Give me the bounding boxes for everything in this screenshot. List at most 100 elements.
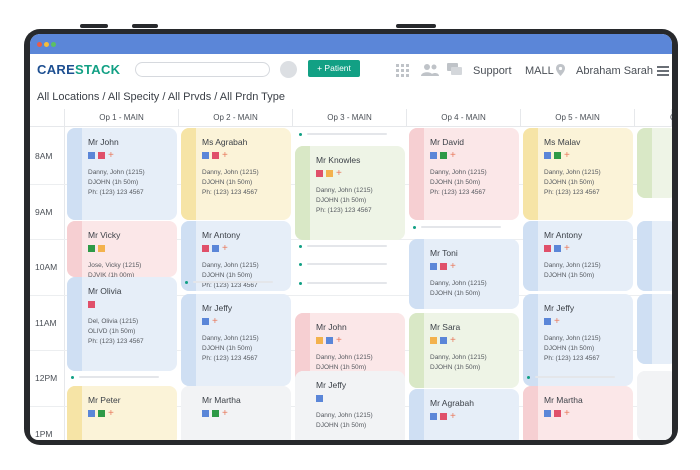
appointment-status-stripe <box>523 128 538 220</box>
add-icon[interactable]: + <box>222 244 228 254</box>
add-icon[interactable]: + <box>450 412 456 422</box>
appointment-card[interactable] <box>637 371 672 440</box>
add-icon[interactable]: + <box>222 409 228 419</box>
avatar-circle[interactable] <box>280 61 297 78</box>
open-slot-bar <box>421 226 501 228</box>
column-header-op2[interactable]: Op 2 - MAIN <box>179 109 293 127</box>
add-icon[interactable]: + <box>554 317 560 327</box>
procedure-tag-icon <box>554 410 561 417</box>
appointment-status-stripe <box>67 386 82 440</box>
appointment-card[interactable] <box>637 128 672 198</box>
add-icon[interactable]: + <box>212 317 218 327</box>
open-slot[interactable] <box>409 221 519 239</box>
column-header-op3[interactable]: Op 3 - MAIN <box>293 109 407 127</box>
appointment-status-stripe <box>409 389 424 440</box>
appointment-card[interactable]: Mr Jeffy Danny, John (1215) DJOHN (1h 50m) <box>295 371 405 440</box>
procedure-tag-icon <box>316 395 323 402</box>
open-slot[interactable] <box>295 240 405 260</box>
column-header-op1[interactable]: Op 1 - MAIN <box>65 109 179 127</box>
procedure-tag-icon <box>544 318 551 325</box>
open-slot[interactable] <box>295 277 405 295</box>
add-icon[interactable]: + <box>564 409 570 419</box>
appointment-detail-line: Ph: (123) 123 4567 <box>88 338 144 345</box>
column-header-op5[interactable]: Op 5 - MAIN <box>521 109 635 127</box>
appointment-card[interactable]: Mr Peter + <box>67 386 177 440</box>
procedure-tag-icon <box>544 410 551 417</box>
appointment-card[interactable] <box>637 294 672 364</box>
appointment-card[interactable]: Mr Martha + <box>181 386 291 440</box>
time-label: 9AM <box>35 207 53 217</box>
appointment-patient-name: Mr Jeffy <box>316 380 347 390</box>
location-selector[interactable]: MALL <box>525 65 554 77</box>
appointment-card[interactable]: Mr David + Danny, John (1215) DJOHN (1h 50m… <box>409 128 519 220</box>
appointment-card[interactable]: Mr Vicky Jose, Vicky (1215) DJVIK (1h 00m)… <box>67 221 177 277</box>
grid-icon[interactable] <box>396 64 410 77</box>
appointment-card[interactable]: Mr Knowles + Danny, John (1215) DJOHN (1h 5… <box>295 146 405 240</box>
appointment-patient-name: Mr Antony <box>544 230 583 240</box>
users-icon[interactable] <box>421 63 439 77</box>
minimize-dot[interactable] <box>44 42 49 47</box>
appointment-detail-line: DJOHN (1h 50m) <box>544 179 595 186</box>
procedure-tag-icon <box>98 245 105 252</box>
appointment-detail-line: DJOHN (1h 50m) <box>316 197 367 204</box>
add-icon[interactable]: + <box>336 336 342 346</box>
open-slot[interactable] <box>295 128 405 146</box>
add-icon[interactable]: + <box>564 244 570 254</box>
appointment-detail-line: DJOHN (1h 50m) <box>430 364 481 371</box>
procedure-tag-icon <box>544 245 551 252</box>
appointment-card[interactable]: Mr John + Danny, John (1215) DJOHN (1h 50m)… <box>67 128 177 220</box>
procedure-tag-icon <box>212 245 219 252</box>
add-icon[interactable]: + <box>564 151 570 161</box>
add-icon[interactable]: + <box>336 169 342 179</box>
appointment-details: Danny, John (1215) DJOHN (1h 50m) <box>430 353 487 373</box>
chat-icon[interactable] <box>447 63 463 77</box>
appointment-card[interactable]: Ms Agrabah + Danny, John (1215) DJOHN (1h 5… <box>181 128 291 220</box>
appointment-status-stripe <box>523 386 538 440</box>
appointment-details: Danny, John (1215) DJOHN (1h 50m) Ph: (123… <box>316 186 373 216</box>
appointment-card[interactable] <box>637 221 672 291</box>
appointment-patient-name: Mr Jeffy <box>544 303 575 313</box>
add-icon[interactable]: + <box>222 151 228 161</box>
appointment-status-stripe <box>295 371 310 440</box>
procedure-tag-icon <box>202 152 209 159</box>
open-slot[interactable] <box>523 371 633 387</box>
appointment-card[interactable]: Mr Agrabah + <box>409 389 519 440</box>
carestack-logo[interactable]: CARESTACK <box>37 62 120 77</box>
open-slot[interactable] <box>181 276 291 294</box>
open-slot-dot <box>413 226 416 229</box>
add-icon[interactable]: + <box>450 262 456 272</box>
appointment-card[interactable]: Mr Toni + Danny, John (1215) DJOHN (1h 50m) <box>409 239 519 309</box>
appointment-status-stripe <box>67 221 82 277</box>
open-slot-dot <box>299 282 302 285</box>
appointment-detail-line: Danny, John (1215) <box>430 280 487 287</box>
appointment-card[interactable]: Ms Malav + Danny, John (1215) DJOHN (1h 50m… <box>523 128 633 220</box>
close-dot[interactable] <box>37 42 42 47</box>
menu-icon[interactable] <box>657 66 669 76</box>
appointment-card[interactable]: Mr Antony + Danny, John (1215) DJOHN (1h 50… <box>523 221 633 291</box>
appointment-card[interactable]: Mr Jeffy + Danny, John (1215) DJOHN (1h 50m… <box>181 294 291 386</box>
open-slot[interactable] <box>67 371 177 387</box>
procedure-tag-icon <box>202 410 209 417</box>
column-header-op6[interactable]: O <box>635 109 672 127</box>
procedure-tag-icon <box>316 337 323 344</box>
appointment-detail-line: Danny, John (1215) <box>544 169 601 176</box>
add-icon[interactable]: + <box>450 336 456 346</box>
appointment-card[interactable]: Mr Martha + <box>523 386 633 440</box>
appointment-card[interactable]: Mr Sara + Danny, John (1215) DJOHN (1h 50m) <box>409 313 519 388</box>
add-icon[interactable]: + <box>108 151 114 161</box>
open-slot[interactable] <box>295 258 405 276</box>
maximize-dot[interactable] <box>51 42 56 47</box>
add-icon[interactable]: + <box>108 409 114 419</box>
user-name[interactable]: Abraham Sarah <box>576 65 653 77</box>
add-patient-button[interactable]: + Patient <box>308 60 360 77</box>
support-link[interactable]: Support <box>473 65 512 77</box>
search-input[interactable] <box>135 62 270 77</box>
column-header-op4[interactable]: Op 4 - MAIN <box>407 109 521 127</box>
procedure-tag-icon <box>326 337 333 344</box>
appointment-card[interactable]: Mr Olivia Del, Olivia (1215) OLIVD (1h 50m… <box>67 277 177 371</box>
appointment-patient-name: Mr Olivia <box>88 286 122 296</box>
top-app-bar: CARESTACK + Patient Support MALL Abraham… <box>30 54 672 86</box>
appointment-details: Danny, John (1215) DJOHN (1h 50m) Ph: (123… <box>202 168 259 198</box>
add-icon[interactable]: + <box>450 151 456 161</box>
filter-breadcrumb[interactable]: All Locations / All Specity / All Prvds … <box>37 91 285 103</box>
